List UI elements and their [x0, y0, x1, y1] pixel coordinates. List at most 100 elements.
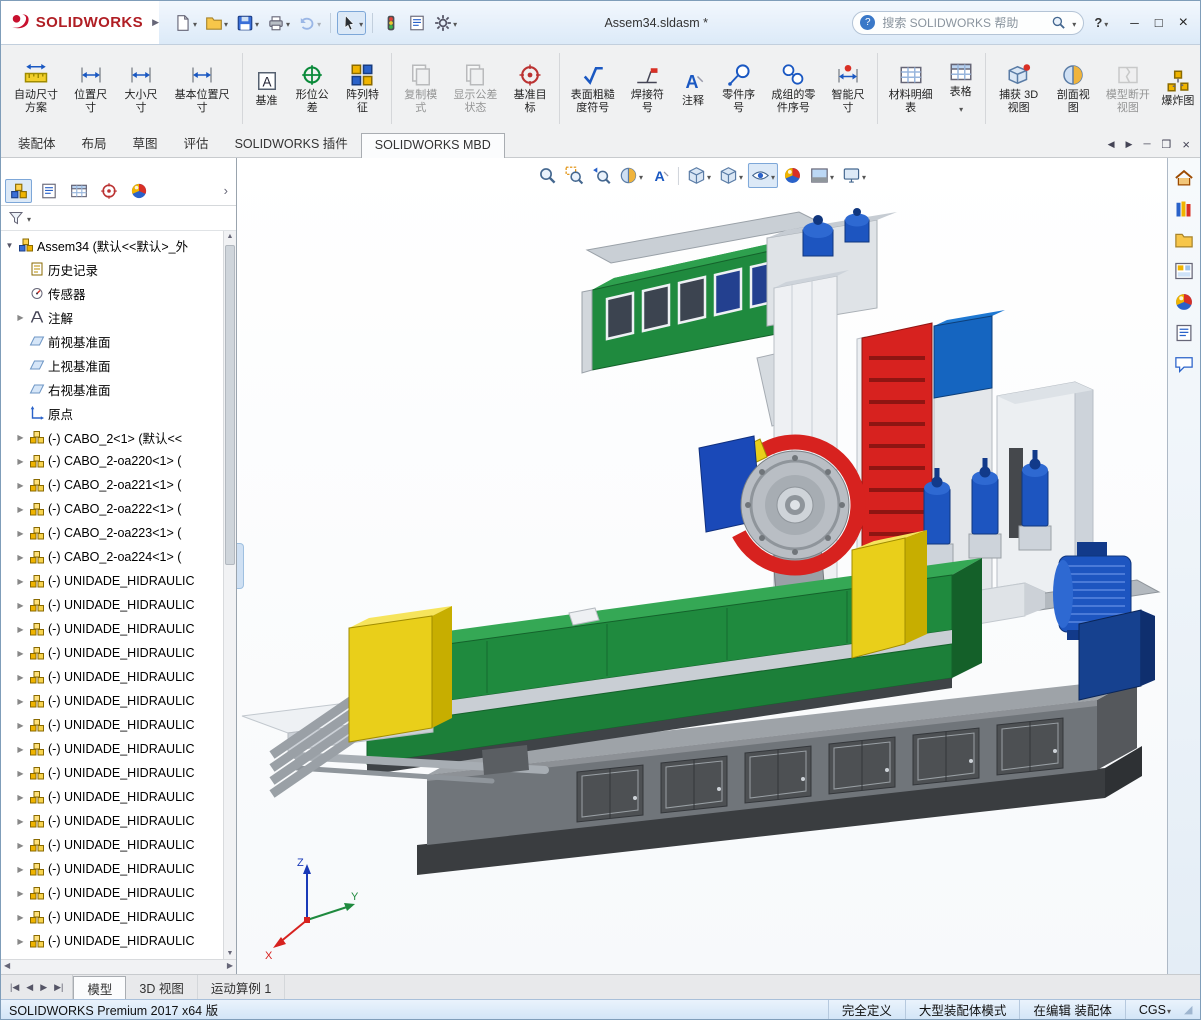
ribbon-button-tables[interactable]: 表格 [941, 48, 981, 129]
tree-item-component[interactable]: (-) UNIDADE_HIDRAULIC [1, 689, 236, 713]
expand-arrow-icon[interactable] [15, 577, 26, 586]
tree-item-component[interactable]: (-) UNIDADE_HIDRAULIC [1, 929, 236, 953]
search-dropdown-icon[interactable] [1071, 14, 1076, 32]
viewport-3d-model[interactable]: Z Y X [237, 158, 1167, 974]
tree-item-component[interactable]: (-) UNIDADE_HIDRAULIC [1, 641, 236, 665]
tree-item-component[interactable]: (-) CABO_2-oa222<1> ( [1, 497, 236, 521]
scroll-left-icon[interactable] [4, 961, 10, 970]
ribbon-button-model-break-view[interactable]: 模型断开视图 [1099, 48, 1157, 129]
tree-item-component[interactable]: (-) UNIDADE_HIDRAULIC [1, 833, 236, 857]
expand-arrow-icon[interactable] [15, 841, 26, 850]
forum-button[interactable] [1174, 354, 1194, 374]
tree-item-component[interactable]: (-) CABO_2-oa223<1> ( [1, 521, 236, 545]
scroll-up-icon[interactable] [224, 233, 236, 240]
filter-funnel-icon[interactable] [8, 210, 24, 226]
tab-dimxpert-manager[interactable] [95, 179, 122, 203]
hide-show-items-button[interactable] [748, 163, 779, 188]
tab-configuration-manager[interactable] [65, 179, 92, 203]
doc-minimize-icon[interactable] [1143, 139, 1150, 150]
ribbon-button-capture-3d-view[interactable]: 捕获 3D 视图 [990, 48, 1048, 129]
ribbon-button-bill-of-materials[interactable]: 材料明细表 [882, 48, 940, 129]
search-box[interactable] [852, 10, 1085, 35]
expand-arrow-icon[interactable] [15, 745, 26, 754]
tree-item-component[interactable]: (-) CABO_2-oa220<1> ( [1, 449, 236, 473]
expand-arrow-icon[interactable] [15, 481, 26, 490]
tree-item-component[interactable]: (-) CABO_2-oa224<1> ( [1, 545, 236, 569]
tab-evaluate[interactable]: 评估 [171, 129, 222, 157]
tree-item-component[interactable]: (-) UNIDADE_HIDRAULIC [1, 593, 236, 617]
help-menu[interactable]: ? [1094, 15, 1108, 30]
tab-solidworks-addins[interactable]: SOLIDWORKS 插件 [222, 129, 361, 157]
expand-arrow-icon[interactable] [15, 913, 26, 922]
dynamic-annotation-button[interactable] [648, 163, 673, 188]
tree-item-component[interactable]: (-) UNIDADE_HIDRAULIC [1, 737, 236, 761]
search-input[interactable] [880, 14, 1047, 31]
tab-layout[interactable]: 布局 [69, 129, 120, 157]
view-settings-button[interactable] [839, 163, 869, 188]
tree-item-component[interactable]: (-) CABO_2-oa221<1> ( [1, 473, 236, 497]
expand-arrow-icon[interactable] [15, 505, 26, 514]
tree-item-component[interactable]: (-) UNIDADE_HIDRAULIC [1, 809, 236, 833]
ribbon-button-auto-balloon[interactable]: 成组的零件序号 [764, 48, 822, 129]
collapse-arrow-icon[interactable] [4, 241, 15, 250]
tree-item-right-plane[interactable]: 右视基准面 [1, 377, 236, 401]
expand-arrow-icon[interactable] [15, 865, 26, 874]
ribbon-button-balloon[interactable]: 零件序号 [714, 48, 763, 129]
tab-model[interactable]: 模型 [73, 976, 127, 999]
tree-item-annotations[interactable]: 注解 [1, 305, 236, 329]
tree-item-component[interactable]: (-) UNIDADE_HIDRAULIC [1, 713, 236, 737]
tab-scroll-left-icon[interactable] [1108, 139, 1115, 150]
ribbon-button-geometric-tolerance[interactable]: 形位公差 [288, 48, 337, 129]
tree-horizontal-scrollbar[interactable] [1, 959, 236, 974]
tab-feature-manager[interactable] [5, 178, 32, 203]
expand-arrow-icon[interactable] [15, 313, 26, 322]
tab-assembly[interactable]: 装配体 [5, 129, 69, 157]
next-tab-icon[interactable] [40, 982, 47, 993]
tree-item-sensors[interactable]: 传感器 [1, 281, 236, 305]
expand-arrow-icon[interactable] [15, 721, 26, 730]
tab-scroll-right-icon[interactable] [1126, 139, 1133, 150]
unit-system-selector[interactable]: CGS [1124, 1000, 1184, 1019]
expand-arrow-icon[interactable] [15, 529, 26, 538]
ribbon-button-note[interactable]: 注释 [673, 48, 713, 129]
tree-vertical-scrollbar[interactable] [223, 231, 236, 959]
tree-item-component[interactable]: (-) UNIDADE_HIDRAULIC [1, 785, 236, 809]
graphics-area[interactable]: Z Y X [237, 158, 1167, 974]
tree-item-component[interactable]: (-) CABO_2<1> (默认<< [1, 425, 236, 449]
ribbon-button-location-dimension[interactable]: 位置尺寸 [66, 48, 115, 129]
section-view-button[interactable] [616, 163, 646, 188]
ribbon-button-copy-scheme[interactable]: 复制模式 [396, 48, 445, 129]
scroll-down-icon[interactable] [224, 950, 236, 957]
tab-3d-views[interactable]: 3D 视图 [126, 975, 198, 999]
ribbon-button-auto-dimension-scheme[interactable]: 自动尺寸方案 [7, 48, 65, 129]
tree-item-origin[interactable]: 原点 [1, 401, 236, 425]
expand-arrow-icon[interactable] [15, 457, 26, 466]
close-button[interactable] [1179, 14, 1188, 32]
apply-scene-button[interactable] [807, 163, 837, 188]
expand-arrow-icon[interactable] [15, 649, 26, 658]
first-tab-icon[interactable] [10, 982, 19, 993]
scroll-right-icon[interactable] [227, 961, 233, 970]
tree-item-component[interactable]: (-) UNIDADE_HIDRAULIC [1, 881, 236, 905]
tab-solidworks-mbd[interactable]: SOLIDWORKS MBD [360, 133, 505, 158]
expand-arrow-icon[interactable] [15, 697, 26, 706]
tab-motion-study[interactable]: 运动算例 1 [198, 975, 286, 999]
ribbon-button-smart-dimension[interactable]: 智能尺寸 [823, 48, 872, 129]
zoom-area-button[interactable] [562, 163, 587, 188]
ribbon-button-pattern-feature[interactable]: 阵列特征 [338, 48, 387, 129]
doc-restore-icon[interactable] [1162, 138, 1172, 151]
ribbon-button-size-dimension[interactable]: 大小尺寸 [116, 48, 165, 129]
file-explorer-button[interactable] [1174, 230, 1194, 250]
custom-properties-button[interactable] [1174, 323, 1194, 343]
tree-item-component[interactable]: (-) UNIDADE_HIDRAULIC [1, 569, 236, 593]
tree-item-component[interactable]: (-) UNIDADE_HIDRAULIC [1, 905, 236, 929]
view-palette-button[interactable] [1174, 261, 1194, 281]
tab-property-manager[interactable] [35, 179, 62, 203]
select-button[interactable] [337, 10, 367, 35]
scrollbar-thumb[interactable] [225, 245, 235, 565]
save-button[interactable] [233, 11, 262, 35]
view-orientation-button[interactable] [684, 163, 714, 188]
expand-arrow-icon[interactable] [15, 937, 26, 946]
previous-view-button[interactable] [589, 163, 614, 188]
maximize-button[interactable] [1155, 15, 1163, 30]
